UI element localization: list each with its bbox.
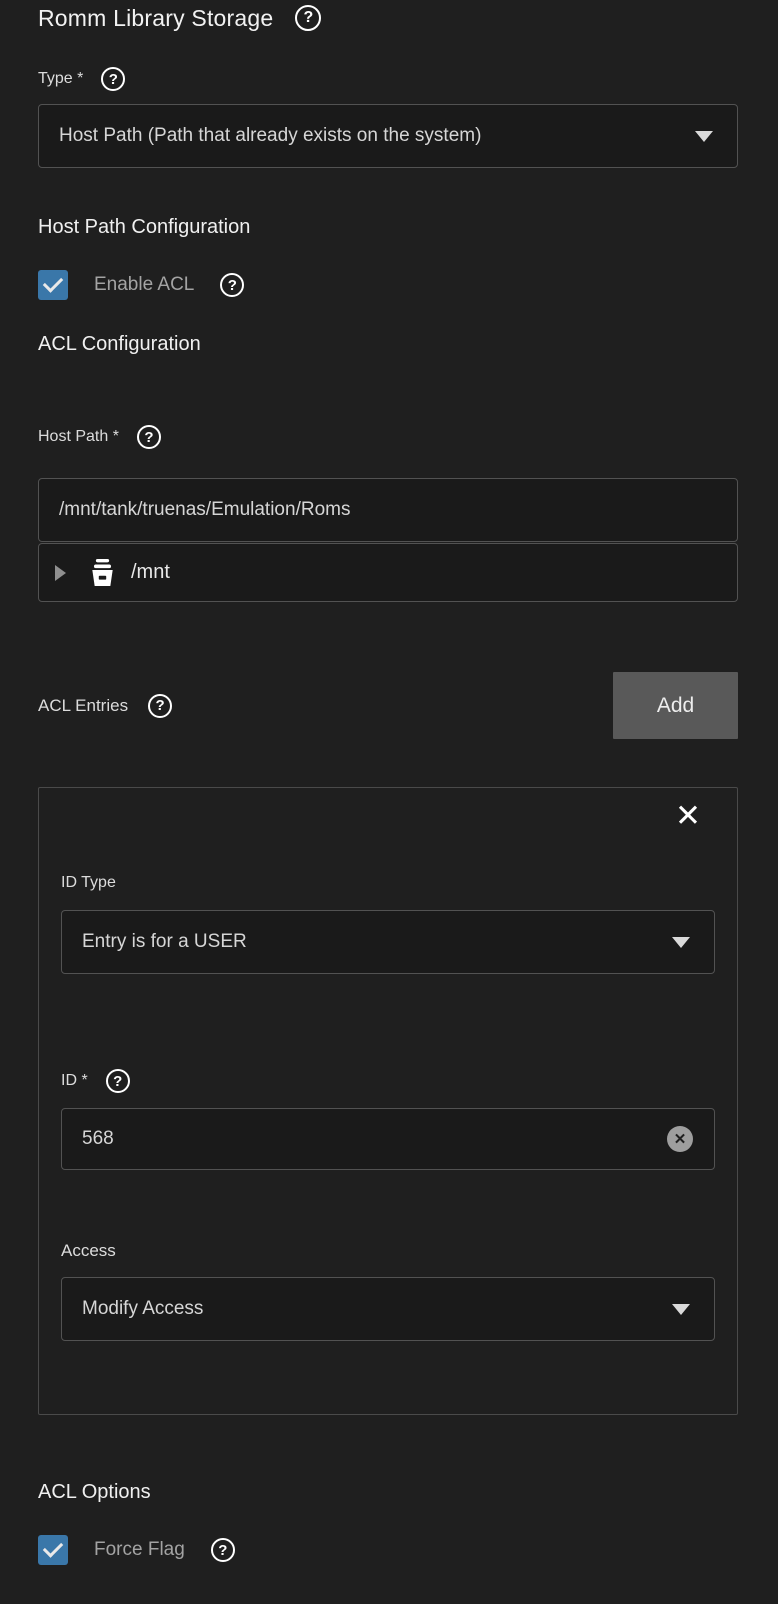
type-label: Type *	[38, 70, 83, 88]
clear-input-icon[interactable]: ✕	[667, 1126, 693, 1152]
id-type-select-value: Entry is for a USER	[82, 931, 247, 953]
acl-config-heading: ACL Configuration	[38, 333, 738, 356]
access-select[interactable]: Modify Access	[61, 1277, 715, 1341]
acl-entries-label: ACL Entries	[38, 696, 128, 716]
dataset-icon	[86, 556, 119, 589]
host-path-input[interactable]	[38, 478, 738, 542]
help-icon[interactable]: ?	[137, 425, 161, 449]
type-select-value: Host Path (Path that already exists on t…	[59, 125, 481, 147]
id-label-row: ID * ?	[61, 1068, 715, 1094]
id-input[interactable]	[61, 1108, 715, 1170]
force-flag-row: Force Flag ?	[38, 1534, 738, 1566]
entry-card-close-row: ✕	[61, 800, 715, 831]
help-icon[interactable]: ?	[220, 273, 244, 297]
close-icon[interactable]: ✕	[675, 800, 701, 831]
page-title: Romm Library Storage	[38, 5, 273, 32]
force-flag-checkbox[interactable]	[38, 1535, 68, 1565]
id-input-wrap: ✕	[61, 1108, 715, 1170]
type-select[interactable]: Host Path (Path that already exists on t…	[38, 104, 738, 168]
host-path-config-heading: Host Path Configuration	[38, 216, 738, 239]
enable-acl-label: Enable ACL	[94, 274, 194, 296]
type-label-row: Type * ?	[38, 66, 738, 92]
host-path-label: Host Path *	[38, 428, 119, 446]
acl-options-heading: ACL Options	[38, 1481, 738, 1504]
help-icon[interactable]: ?	[295, 5, 321, 31]
tree-node-label: /mnt	[131, 561, 170, 584]
help-icon[interactable]: ?	[148, 694, 172, 718]
page-title-row: Romm Library Storage ?	[38, 4, 738, 32]
id-type-label: ID Type	[61, 874, 715, 896]
expand-arrow-icon[interactable]	[55, 565, 66, 581]
acl-entries-header-row: ACL Entries ? Add	[38, 672, 738, 739]
id-label: ID *	[61, 1072, 88, 1090]
access-select-value: Modify Access	[82, 1298, 203, 1320]
enable-acl-row: Enable ACL ?	[38, 269, 738, 301]
host-path-tree-row[interactable]: /mnt	[38, 543, 738, 602]
acl-entry-card: ✕ ID Type Entry is for a USER ID * ? ✕ A…	[38, 787, 738, 1415]
enable-acl-checkbox[interactable]	[38, 270, 68, 300]
host-path-label-row: Host Path * ?	[38, 424, 738, 450]
help-icon[interactable]: ?	[101, 67, 125, 91]
force-flag-label: Force Flag	[94, 1539, 185, 1561]
acl-entries-label-group: ACL Entries ?	[38, 694, 172, 718]
chevron-down-icon	[695, 131, 713, 142]
help-icon[interactable]: ?	[106, 1069, 130, 1093]
chevron-down-icon	[672, 937, 690, 948]
app-storage-config-page: Romm Library Storage ? Type * ? Host Pat…	[0, 0, 778, 1566]
chevron-down-icon	[672, 1304, 690, 1315]
add-entry-button[interactable]: Add	[613, 672, 738, 739]
id-type-select[interactable]: Entry is for a USER	[61, 910, 715, 974]
help-icon[interactable]: ?	[211, 1538, 235, 1562]
access-label: Access	[61, 1241, 715, 1263]
